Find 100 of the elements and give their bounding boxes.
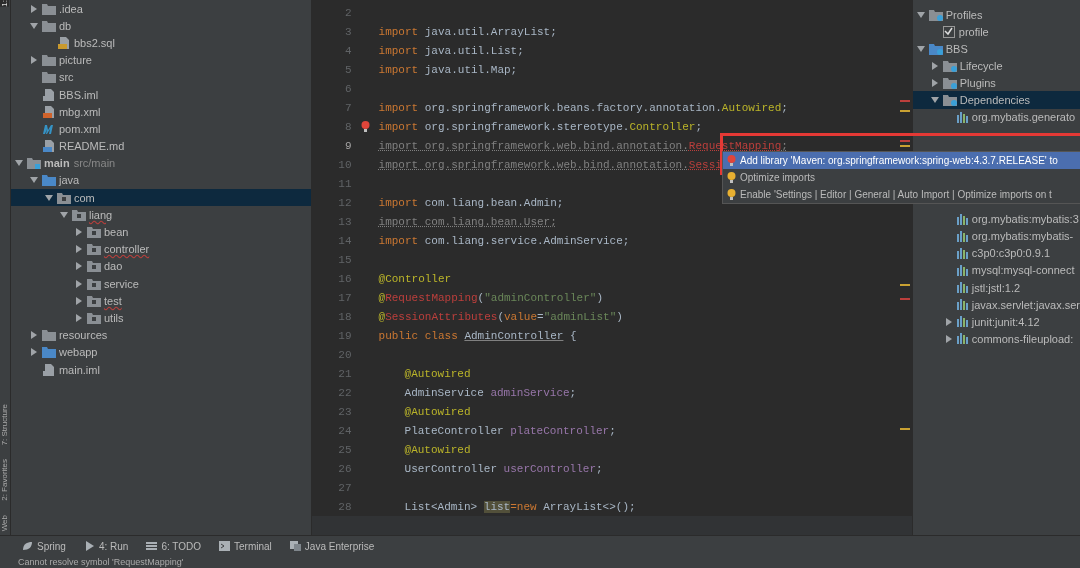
tree-item[interactable]: org.mybatis:mybatis- [912, 227, 1080, 245]
leaf-icon [22, 541, 33, 551]
file-icon [41, 88, 56, 101]
intention-item[interactable]: Optimize imports [723, 169, 1080, 186]
bar-chart-icon [956, 247, 969, 259]
folder-icon [41, 174, 56, 187]
code-line: import java.util.ArrayList; [378, 25, 557, 38]
warning-stripe-mark[interactable] [899, 110, 910, 112]
folder-icon [942, 59, 957, 72]
line-number: 27 [337, 481, 352, 494]
tree-item[interactable]: BBS.iml [10, 85, 311, 104]
code-line: @Autowired [404, 367, 471, 380]
tree-item[interactable]: test [10, 292, 311, 310]
tree-item[interactable]: resources [10, 326, 311, 344]
tree-item[interactable]: java [10, 171, 311, 190]
tool-window-tab[interactable]: 7: Structure [0, 403, 10, 445]
bar-chart-icon [956, 333, 969, 345]
code-line: import com.liang.bean.User; [378, 215, 557, 228]
line-number: 20 [337, 348, 352, 361]
folder-icon [86, 226, 101, 239]
tool-window-button[interactable]: Java Enterprise [285, 540, 379, 552]
tree-item[interactable]: Dependencies [912, 91, 1080, 109]
folder-icon [41, 54, 56, 67]
warning-stripe-mark[interactable] [899, 284, 910, 286]
tool-window-button[interactable]: Terminal [215, 540, 276, 552]
collapsed-arrow-icon[interactable] [29, 56, 38, 65]
folder-icon [86, 294, 101, 307]
tree-item[interactable]: Plugins [912, 74, 1080, 92]
tree-item[interactable]: BBS [912, 40, 1080, 58]
tree-item[interactable]: main.iml [10, 360, 311, 379]
expanded-arrow-icon[interactable] [29, 21, 38, 30]
tree-item[interactable]: bean [10, 223, 311, 241]
line-number: 9 [343, 139, 352, 152]
line-number: 11 [337, 177, 352, 190]
code-line: @Controller [378, 272, 452, 285]
tree-item[interactable]: org.mybatis:mybatis:3 [912, 210, 1080, 228]
letter-m-icon [41, 122, 56, 135]
tree-item[interactable]: service [10, 275, 311, 293]
folder-icon [41, 71, 56, 84]
line-number: 12 [337, 196, 352, 209]
tree-item[interactable]: org.mybatis.generato [912, 108, 1080, 126]
tree-item[interactable]: javax.servlet:javax.ser [912, 296, 1080, 314]
tree-item[interactable]: liang [10, 206, 311, 224]
tree-item[interactable]: src [10, 68, 311, 86]
bar-chart-icon [956, 282, 969, 294]
code-line: import com.liang.service.AdminService; [378, 234, 630, 247]
error-stripe-mark[interactable] [899, 140, 910, 142]
folder-icon [942, 94, 957, 106]
tool-window-button[interactable]: Spring [18, 540, 70, 552]
tree-item[interactable]: junit:junit:4.12 [912, 313, 1080, 331]
folder-icon [26, 157, 41, 170]
bar-chart-icon [956, 316, 969, 328]
tree-item[interactable]: Lifecycle [912, 57, 1080, 75]
line-number: 23 [337, 405, 352, 418]
warning-stripe-mark[interactable] [899, 428, 910, 430]
tool-window-tab[interactable]: 1: [0, 0, 10, 7]
folder-icon [71, 208, 86, 221]
tree-item[interactable]: README.md [10, 137, 311, 155]
tree-item[interactable]: controller [10, 240, 311, 258]
tool-window-tab[interactable]: Web [0, 514, 10, 531]
line-number: 8 [343, 120, 352, 133]
tree-item[interactable]: db [10, 17, 311, 35]
tool-window-button[interactable]: 6: TODO [142, 540, 206, 552]
code-line: import java.util.List; [378, 44, 524, 57]
error-stripe-mark[interactable] [899, 100, 910, 102]
checkbox[interactable] [942, 25, 955, 38]
expanded-arrow-icon[interactable] [916, 10, 925, 19]
bar-chart-icon [956, 213, 969, 225]
code-line: import org.springframework.stereotype.Controller; [378, 120, 703, 133]
tree-item[interactable]: com [10, 189, 311, 207]
expanded-arrow-icon[interactable] [916, 44, 925, 53]
tree-item[interactable]: utils [10, 309, 311, 327]
tree-item[interactable]: .idea [10, 0, 311, 18]
tree-item[interactable]: c3p0:c3p0:0.9.1 [912, 244, 1080, 262]
collapsed-arrow-icon[interactable] [29, 4, 38, 13]
tree-item[interactable]: bbs2.sql [10, 34, 311, 52]
tree-item[interactable]: Profiles [912, 6, 1080, 24]
file-icon [56, 36, 71, 49]
intention-item[interactable]: Add library 'Maven: org.springframework:spring-web:4.3.7.RELEASE' to [723, 152, 1080, 169]
expanded-arrow-icon[interactable] [930, 96, 939, 104]
terminal-icon [219, 541, 231, 551]
tree-item[interactable]: mbg.xml [10, 103, 311, 121]
tool-window-button[interactable]: 4: Run [79, 540, 133, 552]
tool-window-tab[interactable]: 2: Favorites [0, 458, 10, 501]
line-number: 14 [337, 234, 352, 247]
tree-item[interactable]: jstl:jstl:1.2 [912, 279, 1080, 297]
tree-item[interactable]: dao [10, 257, 311, 275]
tree-item[interactable]: profile [912, 23, 1080, 41]
error-stripe-mark[interactable] [899, 298, 910, 300]
lightbulb-icon[interactable] [360, 121, 370, 132]
tree-item[interactable]: webapp [10, 343, 311, 361]
status-message: Cannot resolve symbol 'RequestMapping' [17, 556, 185, 568]
tree-item[interactable]: pom.xml [10, 120, 311, 138]
tree-item[interactable]: picture [10, 51, 311, 69]
tree-item[interactable]: mysql:mysql-connect [912, 261, 1080, 280]
intention-item[interactable]: Enable 'Settings | Editor | General | Auto Import | Optimize imports on t [723, 186, 1080, 203]
tree-item[interactable]: commons-fileupload: [912, 330, 1080, 348]
code-line: @SessionAttributes(value="adminList") [378, 310, 623, 323]
tree-item[interactable]: main src/main [10, 154, 311, 172]
warning-stripe-mark[interactable] [899, 145, 910, 147]
